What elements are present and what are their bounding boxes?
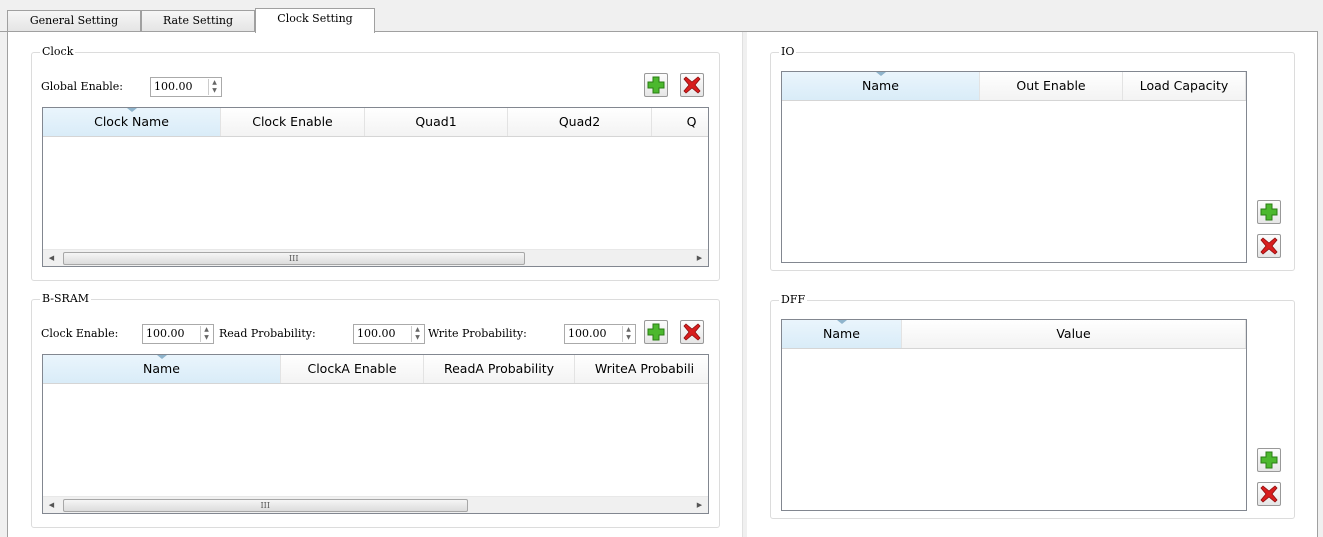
add-icon xyxy=(647,76,665,94)
global-enable-value: 100.00 xyxy=(154,80,193,93)
column-header-value[interactable]: Value xyxy=(902,320,1246,348)
dff-group-title: DFF xyxy=(779,293,808,307)
column-header-clocka-enable[interactable]: ClockA Enable xyxy=(281,355,424,383)
bsram-add-button[interactable] xyxy=(644,320,668,344)
bsram-table-header: Name ClockA Enable ReadA Probability Wri… xyxy=(43,355,708,384)
spin-down-icon[interactable]: ▼ xyxy=(412,334,423,342)
spin-down-icon[interactable]: ▼ xyxy=(209,87,220,95)
clock-enable-label: Clock Enable: xyxy=(41,327,119,340)
column-header-load-capacity[interactable]: Load Capacity xyxy=(1123,72,1246,100)
column-header-quad1[interactable]: Quad1 xyxy=(365,108,508,136)
delete-icon xyxy=(1260,237,1278,255)
spin-up-icon[interactable]: ▲ xyxy=(201,326,212,334)
scroll-right-icon[interactable]: ▶ xyxy=(691,250,708,266)
clock-table-header: Clock Name Clock Enable Quad1 Quad2 Q xyxy=(43,108,708,137)
delete-icon xyxy=(683,323,701,341)
column-header-name[interactable]: Name xyxy=(782,72,980,100)
column-header-reada-probability[interactable]: ReadA Probability xyxy=(424,355,575,383)
write-probability-label: Write Probability: xyxy=(428,327,527,340)
scroll-thumb[interactable]: III xyxy=(63,499,468,512)
read-probability-spinbox[interactable]: 100.00 ▲ ▼ xyxy=(353,324,425,344)
scroll-left-icon[interactable]: ◀ xyxy=(43,250,60,266)
column-header-clock-enable[interactable]: Clock Enable xyxy=(221,108,365,136)
column-header-clock-name[interactable]: Clock Name xyxy=(43,108,221,136)
column-header-quad3[interactable]: Q xyxy=(652,108,708,136)
column-header-writea-probability[interactable]: WriteA Probabili xyxy=(575,355,708,383)
dff-delete-button[interactable] xyxy=(1257,482,1281,506)
bsram-table[interactable]: Name ClockA Enable ReadA Probability Wri… xyxy=(42,354,709,514)
global-enable-spinbox[interactable]: 100.00 ▲ ▼ xyxy=(150,77,222,97)
column-header-name[interactable]: Name xyxy=(43,355,281,383)
add-icon xyxy=(1260,203,1278,221)
column-header-quad2[interactable]: Quad2 xyxy=(508,108,652,136)
sort-arrow-icon xyxy=(875,72,886,76)
spin-up-icon[interactable]: ▲ xyxy=(209,79,220,87)
delete-icon xyxy=(1260,485,1278,503)
clock-horizontal-scrollbar[interactable]: ◀ III ▶ xyxy=(43,249,708,266)
spin-down-icon[interactable]: ▼ xyxy=(201,334,212,342)
io-table[interactable]: Name Out Enable Load Capacity xyxy=(781,71,1247,263)
global-enable-label: Global Enable: xyxy=(41,80,123,93)
clock-group: Clock Global Enable: 100.00 ▲ ▼ Clock Nam… xyxy=(31,45,720,281)
write-probability-spinbox[interactable]: 100.00 ▲ ▼ xyxy=(564,324,636,344)
io-group-title: IO xyxy=(779,45,797,59)
read-probability-label: Read Probability: xyxy=(219,327,316,340)
bsram-delete-button[interactable] xyxy=(680,320,704,344)
scroll-left-icon[interactable]: ◀ xyxy=(43,497,60,513)
clock-enable-value: 100.00 xyxy=(146,327,185,340)
clock-group-title: Clock xyxy=(40,45,76,59)
clock-add-button[interactable] xyxy=(644,73,668,97)
io-table-header: Name Out Enable Load Capacity xyxy=(782,72,1246,101)
sort-arrow-icon xyxy=(126,108,137,112)
clock-enable-spinbox[interactable]: 100.00 ▲ ▼ xyxy=(142,324,214,344)
sort-arrow-icon xyxy=(156,355,167,359)
bsram-group-title: B-SRAM xyxy=(40,292,92,306)
tab-clock-setting[interactable]: Clock Setting xyxy=(255,8,375,33)
panel-splitter[interactable] xyxy=(742,32,747,537)
io-add-button[interactable] xyxy=(1257,200,1281,224)
add-icon xyxy=(647,323,665,341)
column-header-out-enable[interactable]: Out Enable xyxy=(980,72,1123,100)
spin-up-icon[interactable]: ▲ xyxy=(623,326,634,334)
dff-table[interactable]: Name Value xyxy=(781,319,1247,511)
read-probability-value: 100.00 xyxy=(357,327,396,340)
io-delete-button[interactable] xyxy=(1257,234,1281,258)
bsram-group: B-SRAM Clock Enable: 100.00 ▲ ▼ Read Prob… xyxy=(31,292,720,528)
spin-up-icon[interactable]: ▲ xyxy=(412,326,423,334)
clock-table[interactable]: Clock Name Clock Enable Quad1 Quad2 Q ◀ … xyxy=(42,107,709,267)
dff-table-header: Name Value xyxy=(782,320,1246,349)
write-probability-value: 100.00 xyxy=(568,327,607,340)
bsram-horizontal-scrollbar[interactable]: ◀ III ▶ xyxy=(43,496,708,513)
io-group: IO Name Out Enable Load Capacity xyxy=(770,45,1295,271)
sort-arrow-icon xyxy=(836,320,847,324)
tab-bar: General Setting Rate Setting Clock Setti… xyxy=(0,0,1323,33)
scroll-right-icon[interactable]: ▶ xyxy=(691,497,708,513)
tab-general-setting[interactable]: General Setting xyxy=(7,10,141,32)
tab-rate-setting[interactable]: Rate Setting xyxy=(141,10,255,32)
scroll-thumb[interactable]: III xyxy=(63,252,525,265)
dff-group: DFF Name Value xyxy=(770,293,1295,519)
dff-add-button[interactable] xyxy=(1257,448,1281,472)
clock-delete-button[interactable] xyxy=(680,73,704,97)
column-header-name[interactable]: Name xyxy=(782,320,902,348)
add-icon xyxy=(1260,451,1278,469)
spin-down-icon[interactable]: ▼ xyxy=(623,334,634,342)
delete-icon xyxy=(683,76,701,94)
